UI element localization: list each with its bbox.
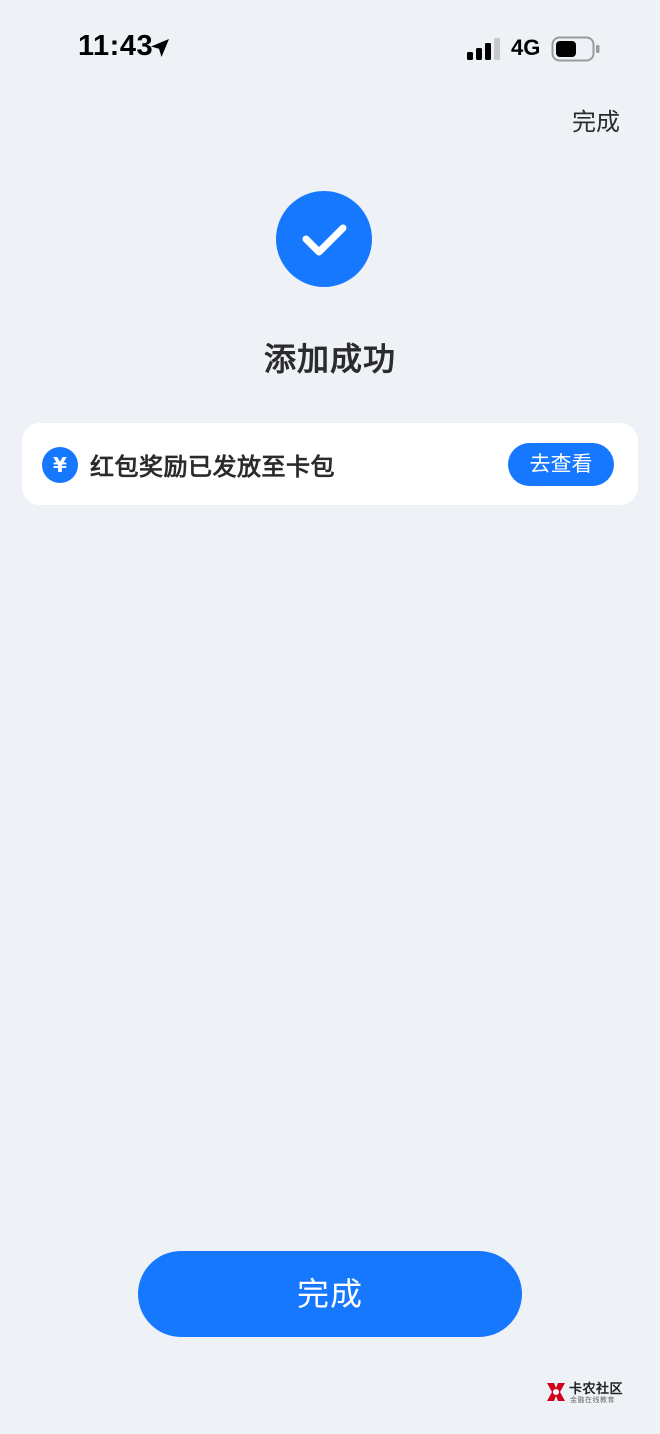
status-bar: 11:43 4G	[0, 0, 660, 96]
yuan-icon: ¥	[42, 447, 78, 483]
done-button[interactable]: 完成	[138, 1251, 522, 1337]
watermark-tagline: 金融在线教育	[570, 1396, 615, 1404]
reward-card: ¥ 红包奖励已发放至卡包 去查看	[22, 423, 638, 505]
nav-done-button[interactable]: 完成	[572, 102, 620, 137]
reward-message: 红包奖励已发放至卡包	[90, 453, 335, 481]
watermark: 卡农社区 金融在线教育	[544, 1378, 630, 1406]
view-rewards-button[interactable]: 去查看	[508, 443, 614, 486]
success-checkmark-icon	[276, 191, 372, 287]
kanong-logo-icon	[544, 1380, 568, 1404]
success-title: 添加成功	[263, 340, 396, 378]
network-label: 4G	[511, 35, 541, 60]
status-time: 11:43	[78, 30, 154, 62]
signal-bars-icon	[466, 38, 502, 60]
battery-icon	[551, 36, 601, 62]
location-arrow-icon	[148, 36, 172, 60]
